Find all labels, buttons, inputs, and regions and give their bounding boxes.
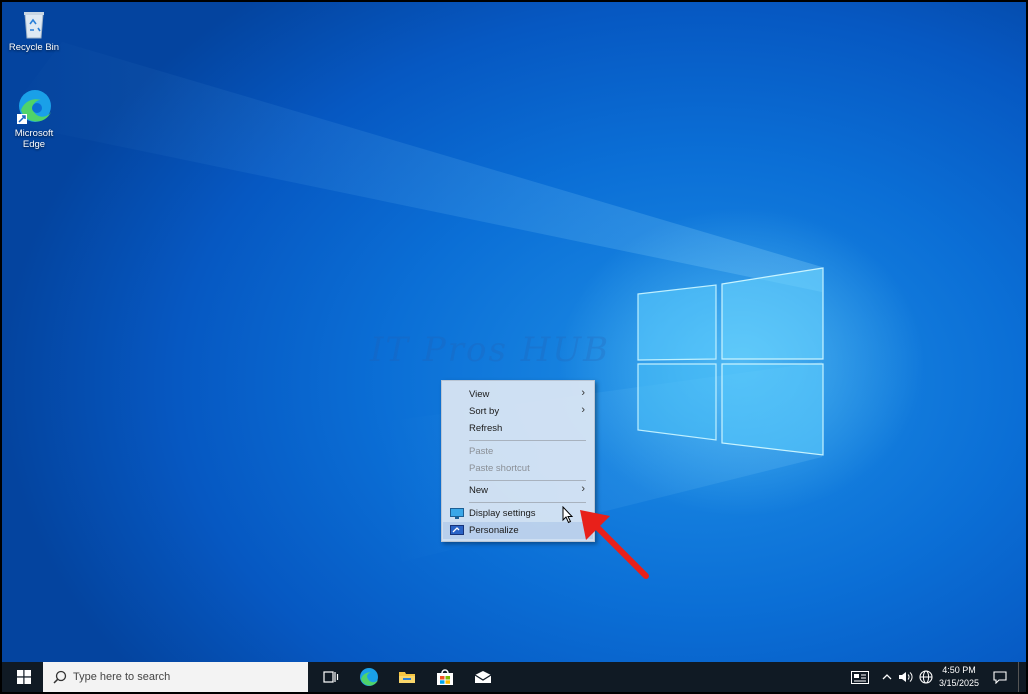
- desktop[interactable]: IT Pros HUB Recycle Bin Microsoft Edge V…: [2, 2, 1026, 662]
- chevron-up-icon: [882, 674, 892, 680]
- chevron-right-icon: ›: [581, 404, 585, 416]
- start-button[interactable]: [6, 662, 42, 692]
- taskbar: Type here to search 4:50 PM 3/15/2025: [2, 662, 1026, 692]
- taskbar-store-button[interactable]: [426, 662, 464, 692]
- task-view-icon: [323, 671, 339, 683]
- menu-item-sort-by[interactable]: Sort by ›: [443, 403, 593, 420]
- show-desktop-button[interactable]: [1018, 662, 1027, 692]
- recycle-bin-icon: [24, 12, 44, 39]
- search-icon: [53, 670, 67, 684]
- store-icon: [437, 669, 453, 685]
- edge-icon: [17, 90, 51, 124]
- menu-item-view[interactable]: View ›: [443, 386, 593, 403]
- recycle-bin-label: Recycle Bin: [8, 42, 60, 53]
- edge-label: Microsoft Edge: [14, 128, 54, 150]
- display-icon: [450, 508, 464, 519]
- clock-date: 3/15/2025: [938, 678, 980, 688]
- menu-item-refresh[interactable]: Refresh: [443, 420, 593, 437]
- windows-start-icon: [17, 670, 31, 684]
- menu-separator: [469, 440, 586, 441]
- desktop-icon-edge[interactable]: Microsoft Edge: [3, 88, 65, 150]
- system-clock[interactable]: 4:50 PM 3/15/2025: [932, 664, 986, 690]
- menu-separator: [469, 480, 586, 481]
- mail-icon: [474, 671, 492, 683]
- notification-icon: [993, 670, 1007, 684]
- network-icon: [919, 670, 933, 684]
- desktop-icon-recycle-bin[interactable]: Recycle Bin: [3, 8, 65, 53]
- search-input[interactable]: Type here to search: [43, 662, 308, 692]
- file-explorer-icon: [399, 672, 415, 683]
- edge-icon: [360, 668, 378, 686]
- notifications-button[interactable]: [988, 662, 1012, 692]
- watermark: IT Pros HUB: [370, 330, 611, 370]
- show-hidden-icons-button[interactable]: [878, 662, 896, 692]
- news-icon: [851, 670, 869, 684]
- taskbar-mail-button[interactable]: [464, 662, 502, 692]
- menu-item-paste-shortcut: Paste shortcut: [469, 463, 530, 474]
- windows-logo-wallpaper: [637, 267, 824, 456]
- search-placeholder: Type here to search: [73, 671, 171, 683]
- task-view-button[interactable]: [312, 662, 350, 692]
- taskbar-edge-button[interactable]: [350, 662, 388, 692]
- menu-item-paste: Paste: [469, 446, 494, 457]
- volume-button[interactable]: [896, 662, 916, 692]
- chevron-right-icon: ›: [581, 483, 585, 495]
- clock-time: 4:50 PM: [942, 665, 976, 675]
- red-arrow-annotation: [580, 510, 649, 579]
- personalize-icon: [450, 525, 464, 535]
- volume-icon: [899, 672, 913, 682]
- news-button[interactable]: [848, 662, 872, 692]
- taskbar-file-explorer-button[interactable]: [388, 662, 426, 692]
- chevron-right-icon: ›: [581, 387, 585, 399]
- menu-item-new[interactable]: New ›: [443, 482, 593, 499]
